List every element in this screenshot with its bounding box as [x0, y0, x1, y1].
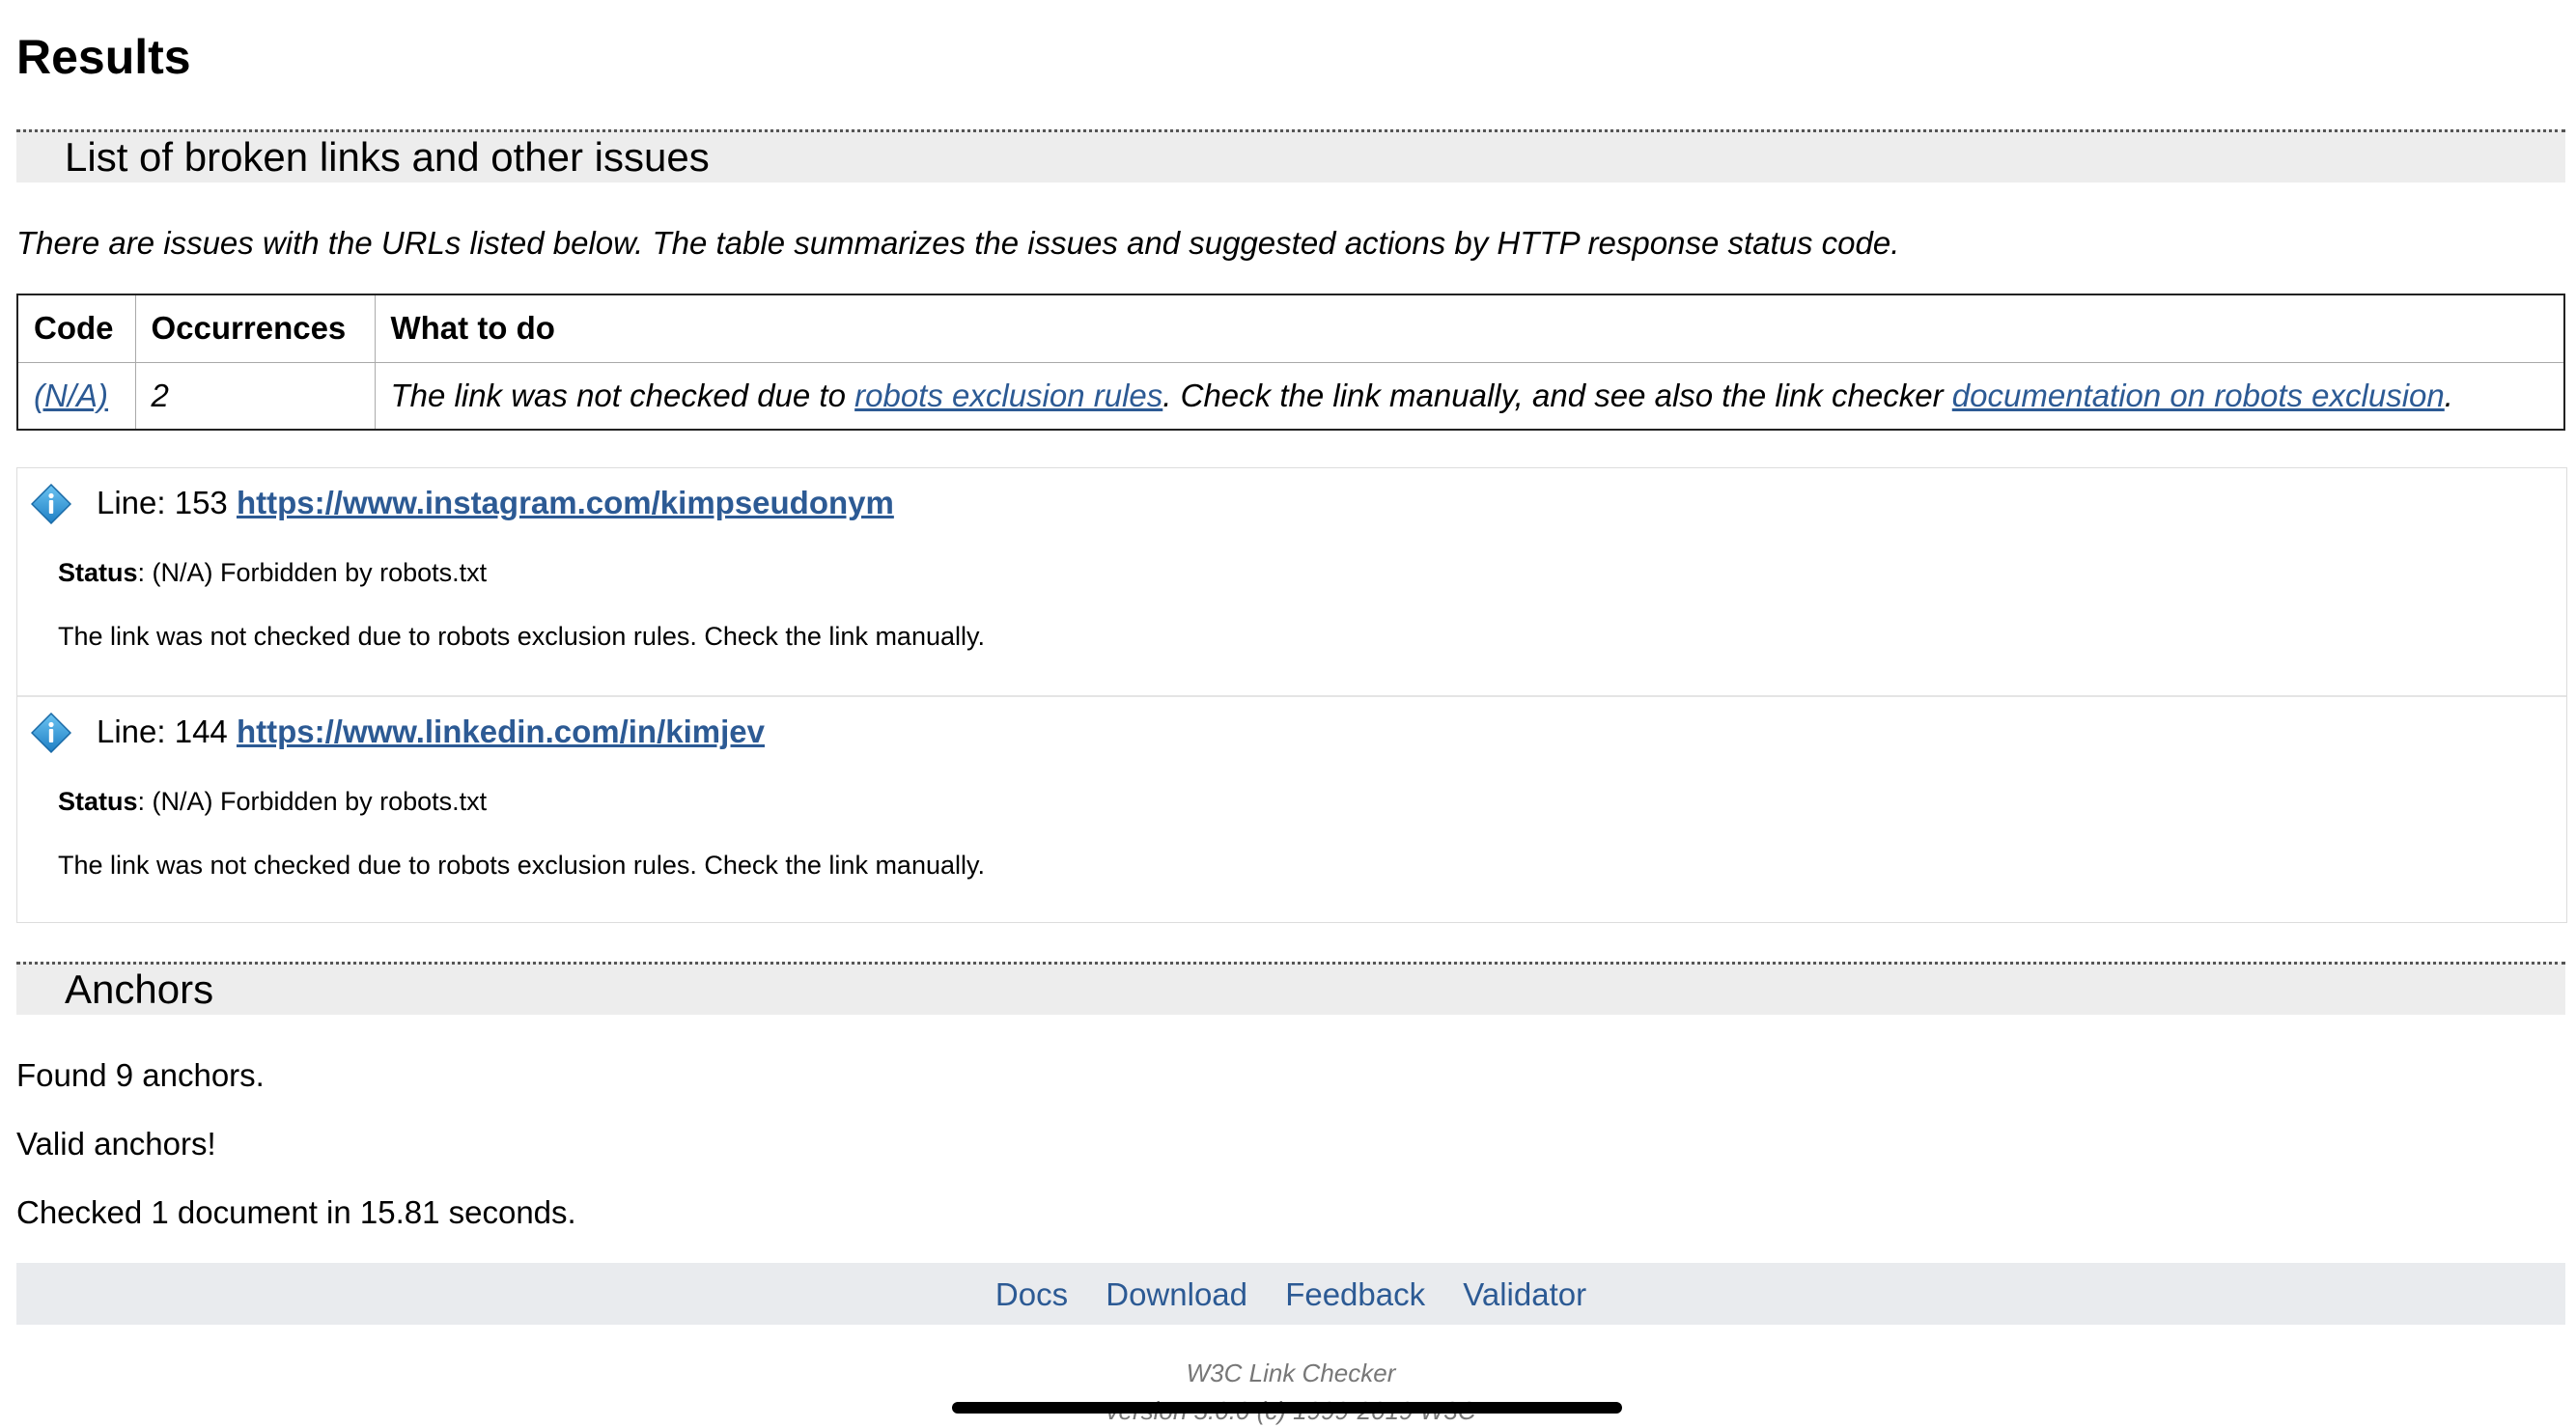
issue-status: Status: (N/A) Forbidden by robots.txt	[58, 555, 487, 590]
list-item: Line: 153 https://www.instagram.com/kimp…	[17, 468, 2566, 695]
issues-list: Line: 153 https://www.instagram.com/kimp…	[16, 467, 2567, 923]
column-header-occurrences: Occurrences	[134, 294, 376, 363]
results-heading: Results	[16, 30, 191, 84]
broken-links-section-header: List of broken links and other issues	[16, 129, 2565, 182]
status-label: Status	[58, 787, 138, 816]
what-to-do-text-start: The link was not checked due to	[390, 377, 855, 413]
what-to-do-text-middle: . Check the link manually, and see also …	[1162, 377, 1952, 413]
occurrences-cell: 2	[134, 361, 376, 431]
issue-line-title: Line: 144 https://www.linkedin.com/in/ki…	[97, 711, 765, 753]
info-icon	[31, 713, 71, 753]
anchors-found-text: Found 9 anchors.	[16, 1057, 265, 1093]
status-text: : (N/A) Forbidden by robots.txt	[137, 787, 488, 816]
footer-link-docs[interactable]: Docs	[995, 1276, 1068, 1312]
code-link-na[interactable]: (N/A)	[34, 378, 108, 413]
robots-exclusion-rules-link[interactable]: robots exclusion rules	[854, 378, 1162, 413]
anchors-section-header: Anchors	[16, 962, 2565, 1015]
issue-line-title: Line: 153 https://www.instagram.com/kimp…	[97, 482, 894, 524]
broken-links-section-title: List of broken links and other issues	[65, 134, 710, 180]
status-label: Status	[58, 558, 138, 587]
issues-summary-table: Code Occurrences What to do (N/A) 2 The …	[16, 294, 2565, 431]
issue-status: Status: (N/A) Forbidden by robots.txt	[58, 784, 487, 819]
issue-description: The link was not checked due to robots e…	[58, 622, 985, 651]
home-indicator-bar[interactable]	[952, 1402, 1622, 1414]
footer-link-feedback[interactable]: Feedback	[1285, 1276, 1425, 1312]
issue-url-link[interactable]: https://www.instagram.com/kimpseudonym	[237, 485, 894, 520]
what-to-do-text-end: .	[2444, 377, 2453, 413]
checked-summary-text: Checked 1 document in 15.81 seconds.	[16, 1194, 576, 1230]
list-item: Line: 144 https://www.linkedin.com/in/ki…	[17, 695, 2566, 922]
footer-credit-name: W3C Link Checker	[1186, 1358, 1396, 1387]
table-row: (N/A) 2 The link was not checked due to …	[16, 361, 2565, 431]
issue-line-number: Line: 144	[97, 714, 228, 749]
code-cell: (N/A)	[16, 361, 136, 431]
what-to-do-cell: The link was not checked due to robots e…	[374, 361, 2565, 431]
issue-url-link[interactable]: https://www.linkedin.com/in/kimjev	[237, 714, 765, 749]
robots-exclusion-docs-link[interactable]: documentation on robots exclusion	[1952, 378, 2445, 413]
anchors-valid-text: Valid anchors!	[16, 1126, 216, 1162]
issue-description: The link was not checked due to robots e…	[58, 851, 985, 880]
issue-line-number: Line: 153	[97, 485, 228, 520]
table-header-row: Code Occurrences What to do	[16, 294, 2565, 363]
anchors-section-title: Anchors	[65, 966, 214, 1012]
footer-nav: Docs Download Feedback Validator	[16, 1263, 2565, 1325]
broken-links-intro: There are issues with the URLs listed be…	[16, 225, 1900, 261]
footer-link-validator[interactable]: Validator	[1463, 1276, 1586, 1312]
info-icon	[31, 484, 71, 524]
column-header-what-to-do: What to do	[374, 294, 2565, 363]
column-header-code: Code	[16, 294, 136, 363]
footer-link-download[interactable]: Download	[1106, 1276, 1247, 1312]
status-text: : (N/A) Forbidden by robots.txt	[137, 558, 488, 587]
